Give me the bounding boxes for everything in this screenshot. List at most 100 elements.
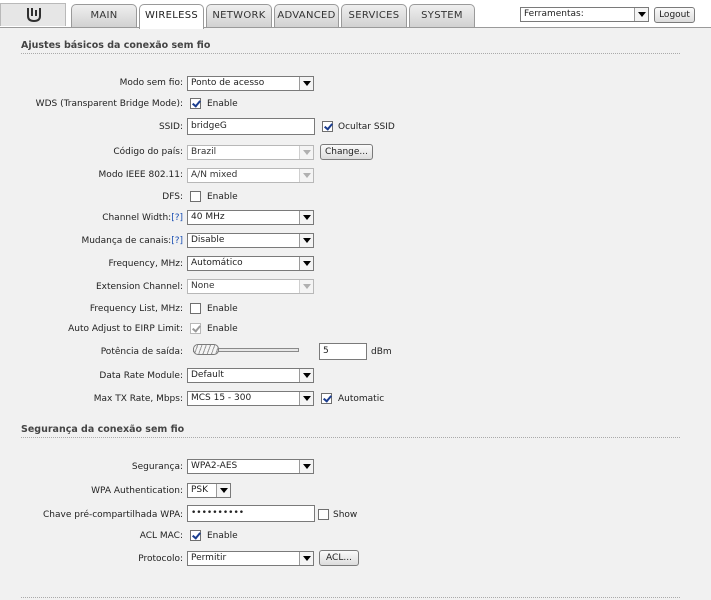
chevron-down-icon [216, 484, 230, 497]
extension-channel-label: Extension Channel: [95, 282, 183, 292]
channel-width-label-text: Channel Width: [102, 213, 172, 223]
tools-dropdown[interactable]: Ferramentas: [520, 7, 649, 22]
extension-channel-select: None [187, 279, 314, 294]
country-code-label: Código do país: [113, 147, 183, 157]
output-power-label: Potência de saída: [100, 347, 183, 357]
auto-adjust-eirp-enable-label: Enable [207, 324, 238, 334]
channel-width-value: 40 MHz [191, 212, 225, 222]
section-divider [21, 597, 680, 598]
ssid-label: SSID: [158, 122, 183, 132]
tab-services[interactable]: SERVICES [341, 4, 407, 28]
frequency-label: Frequency, MHz: [108, 259, 183, 269]
ubiquiti-logo [0, 3, 66, 26]
chevron-down-icon [299, 257, 313, 270]
protocol-value: Permitir [191, 553, 227, 563]
wpa-auth-label: WPA Authentication: [91, 486, 183, 496]
acl-mac-enable-label: Enable [207, 531, 238, 541]
max-tx-rate-value: MCS 15 - 300 [191, 393, 252, 403]
tab-main[interactable]: MAIN [71, 4, 137, 28]
protocol-label: Protocolo: [138, 554, 183, 564]
max-tx-rate-select[interactable]: MCS 15 - 300 [187, 391, 314, 406]
data-rate-module-value: Default [191, 370, 224, 380]
tab-system[interactable]: SYSTEM [409, 4, 475, 28]
max-tx-rate-automatic-label: Automatic [338, 394, 385, 404]
acl-button[interactable]: ACL... [319, 550, 359, 566]
protocol-select[interactable]: Permitir [187, 551, 314, 566]
tab-advanced[interactable]: ADVANCED [274, 4, 339, 28]
chevron-down-icon [299, 234, 313, 247]
max-tx-rate-automatic-checkbox[interactable] [321, 393, 332, 404]
output-power-input[interactable]: 5 [319, 343, 367, 360]
hide-ssid-label: Ocultar SSID [338, 122, 395, 132]
chevron-down-icon [299, 77, 313, 90]
channel-width-select[interactable]: 40 MHz [187, 210, 314, 225]
ubiquiti-logo-icon [27, 8, 41, 22]
chevron-down-icon [299, 211, 313, 224]
auto-adjust-eirp-checkbox [190, 323, 201, 334]
tab-network[interactable]: NETWORK [206, 4, 272, 28]
chevron-down-icon [299, 280, 313, 293]
section-divider [21, 53, 680, 54]
frequency-list-enable-label: Enable [207, 304, 238, 314]
channel-shifting-select[interactable]: Disable [187, 233, 314, 248]
top-navigation-bar: MAIN WIRELESS NETWORK ADVANCED SERVICES … [0, 0, 711, 29]
channel-shifting-help-link[interactable]: [?] [171, 236, 183, 246]
dfs-enable-checkbox[interactable] [190, 191, 201, 202]
auto-adjust-eirp-label: Auto Adjust to EIRP Limit: [68, 324, 183, 334]
security-label: Segurança: [131, 462, 183, 472]
wds-enable-label: Enable [207, 99, 238, 109]
channel-shifting-value: Disable [191, 235, 225, 245]
ssid-input[interactable]: bridgeG [187, 118, 315, 135]
dfs-label: DFS: [162, 192, 183, 202]
wireless-mode-select[interactable]: Ponto de acesso [187, 76, 314, 91]
tab-wireless[interactable]: WIRELESS [139, 4, 204, 29]
logout-button[interactable]: Logout [654, 7, 695, 23]
ieee-mode-label: Modo IEEE 802.11: [98, 170, 183, 180]
dfs-enable-label: Enable [207, 192, 238, 202]
security-value: WPA2-AES [191, 461, 238, 471]
wds-label: WDS (Transparent Bridge Mode): [35, 99, 183, 109]
channel-width-label: Channel Width:[?] [20, 213, 183, 223]
output-power-unit: dBm [371, 347, 392, 357]
change-country-button[interactable]: Change... [320, 144, 373, 160]
chevron-down-icon [299, 392, 313, 405]
wireless-mode-value: Ponto de acesso [191, 78, 265, 88]
hide-ssid-checkbox[interactable] [322, 121, 333, 132]
frequency-list-label: Frequency List, MHz: [89, 304, 183, 314]
chevron-down-icon [299, 369, 313, 382]
wpa-psk-label: Chave pré-compartilhada WPA: [43, 510, 183, 520]
max-tx-rate-label: Max TX Rate, Mbps: [93, 394, 183, 404]
wireless-mode-label: Modo sem fio: [119, 78, 183, 88]
ieee-mode-value: A/N mixed [191, 170, 238, 180]
chevron-down-icon [299, 552, 313, 565]
basic-settings-title: Ajustes básicos da conexão sem fio [21, 40, 211, 51]
acl-mac-enable-checkbox[interactable] [190, 530, 201, 541]
security-select[interactable]: WPA2-AES [187, 459, 314, 474]
show-psk-label: Show [333, 510, 358, 520]
chevron-down-icon [299, 146, 313, 159]
acl-mac-label: ACL MAC: [139, 531, 183, 541]
country-code-value: Brazil [191, 147, 217, 157]
tools-dropdown-value: Ferramentas: [524, 9, 584, 19]
chevron-down-icon [299, 460, 313, 473]
channel-shifting-label: Mudança de canais:[?] [20, 236, 183, 246]
section-divider [21, 437, 680, 438]
frequency-select[interactable]: Automático [187, 256, 314, 271]
wds-enable-checkbox[interactable] [190, 98, 201, 109]
show-psk-checkbox[interactable] [318, 509, 329, 520]
channel-shifting-label-text: Mudança de canais: [81, 236, 172, 246]
channel-width-help-link[interactable]: [?] [171, 213, 183, 223]
security-settings-title: Segurança da conexão sem fio [21, 424, 185, 435]
extension-channel-value: None [191, 281, 215, 291]
chevron-down-icon [299, 169, 313, 182]
frequency-value: Automático [191, 258, 243, 268]
country-code-select: Brazil [187, 145, 314, 160]
output-power-slider-handle[interactable] [193, 344, 219, 355]
wpa-auth-select[interactable]: PSK [187, 483, 231, 498]
frequency-list-checkbox[interactable] [190, 303, 201, 314]
wpa-psk-input[interactable]: •••••••••• [187, 505, 315, 522]
data-rate-module-label: Data Rate Module: [99, 371, 183, 381]
chevron-down-icon [634, 8, 648, 21]
data-rate-module-select[interactable]: Default [187, 368, 314, 383]
wpa-auth-value: PSK [191, 485, 209, 495]
